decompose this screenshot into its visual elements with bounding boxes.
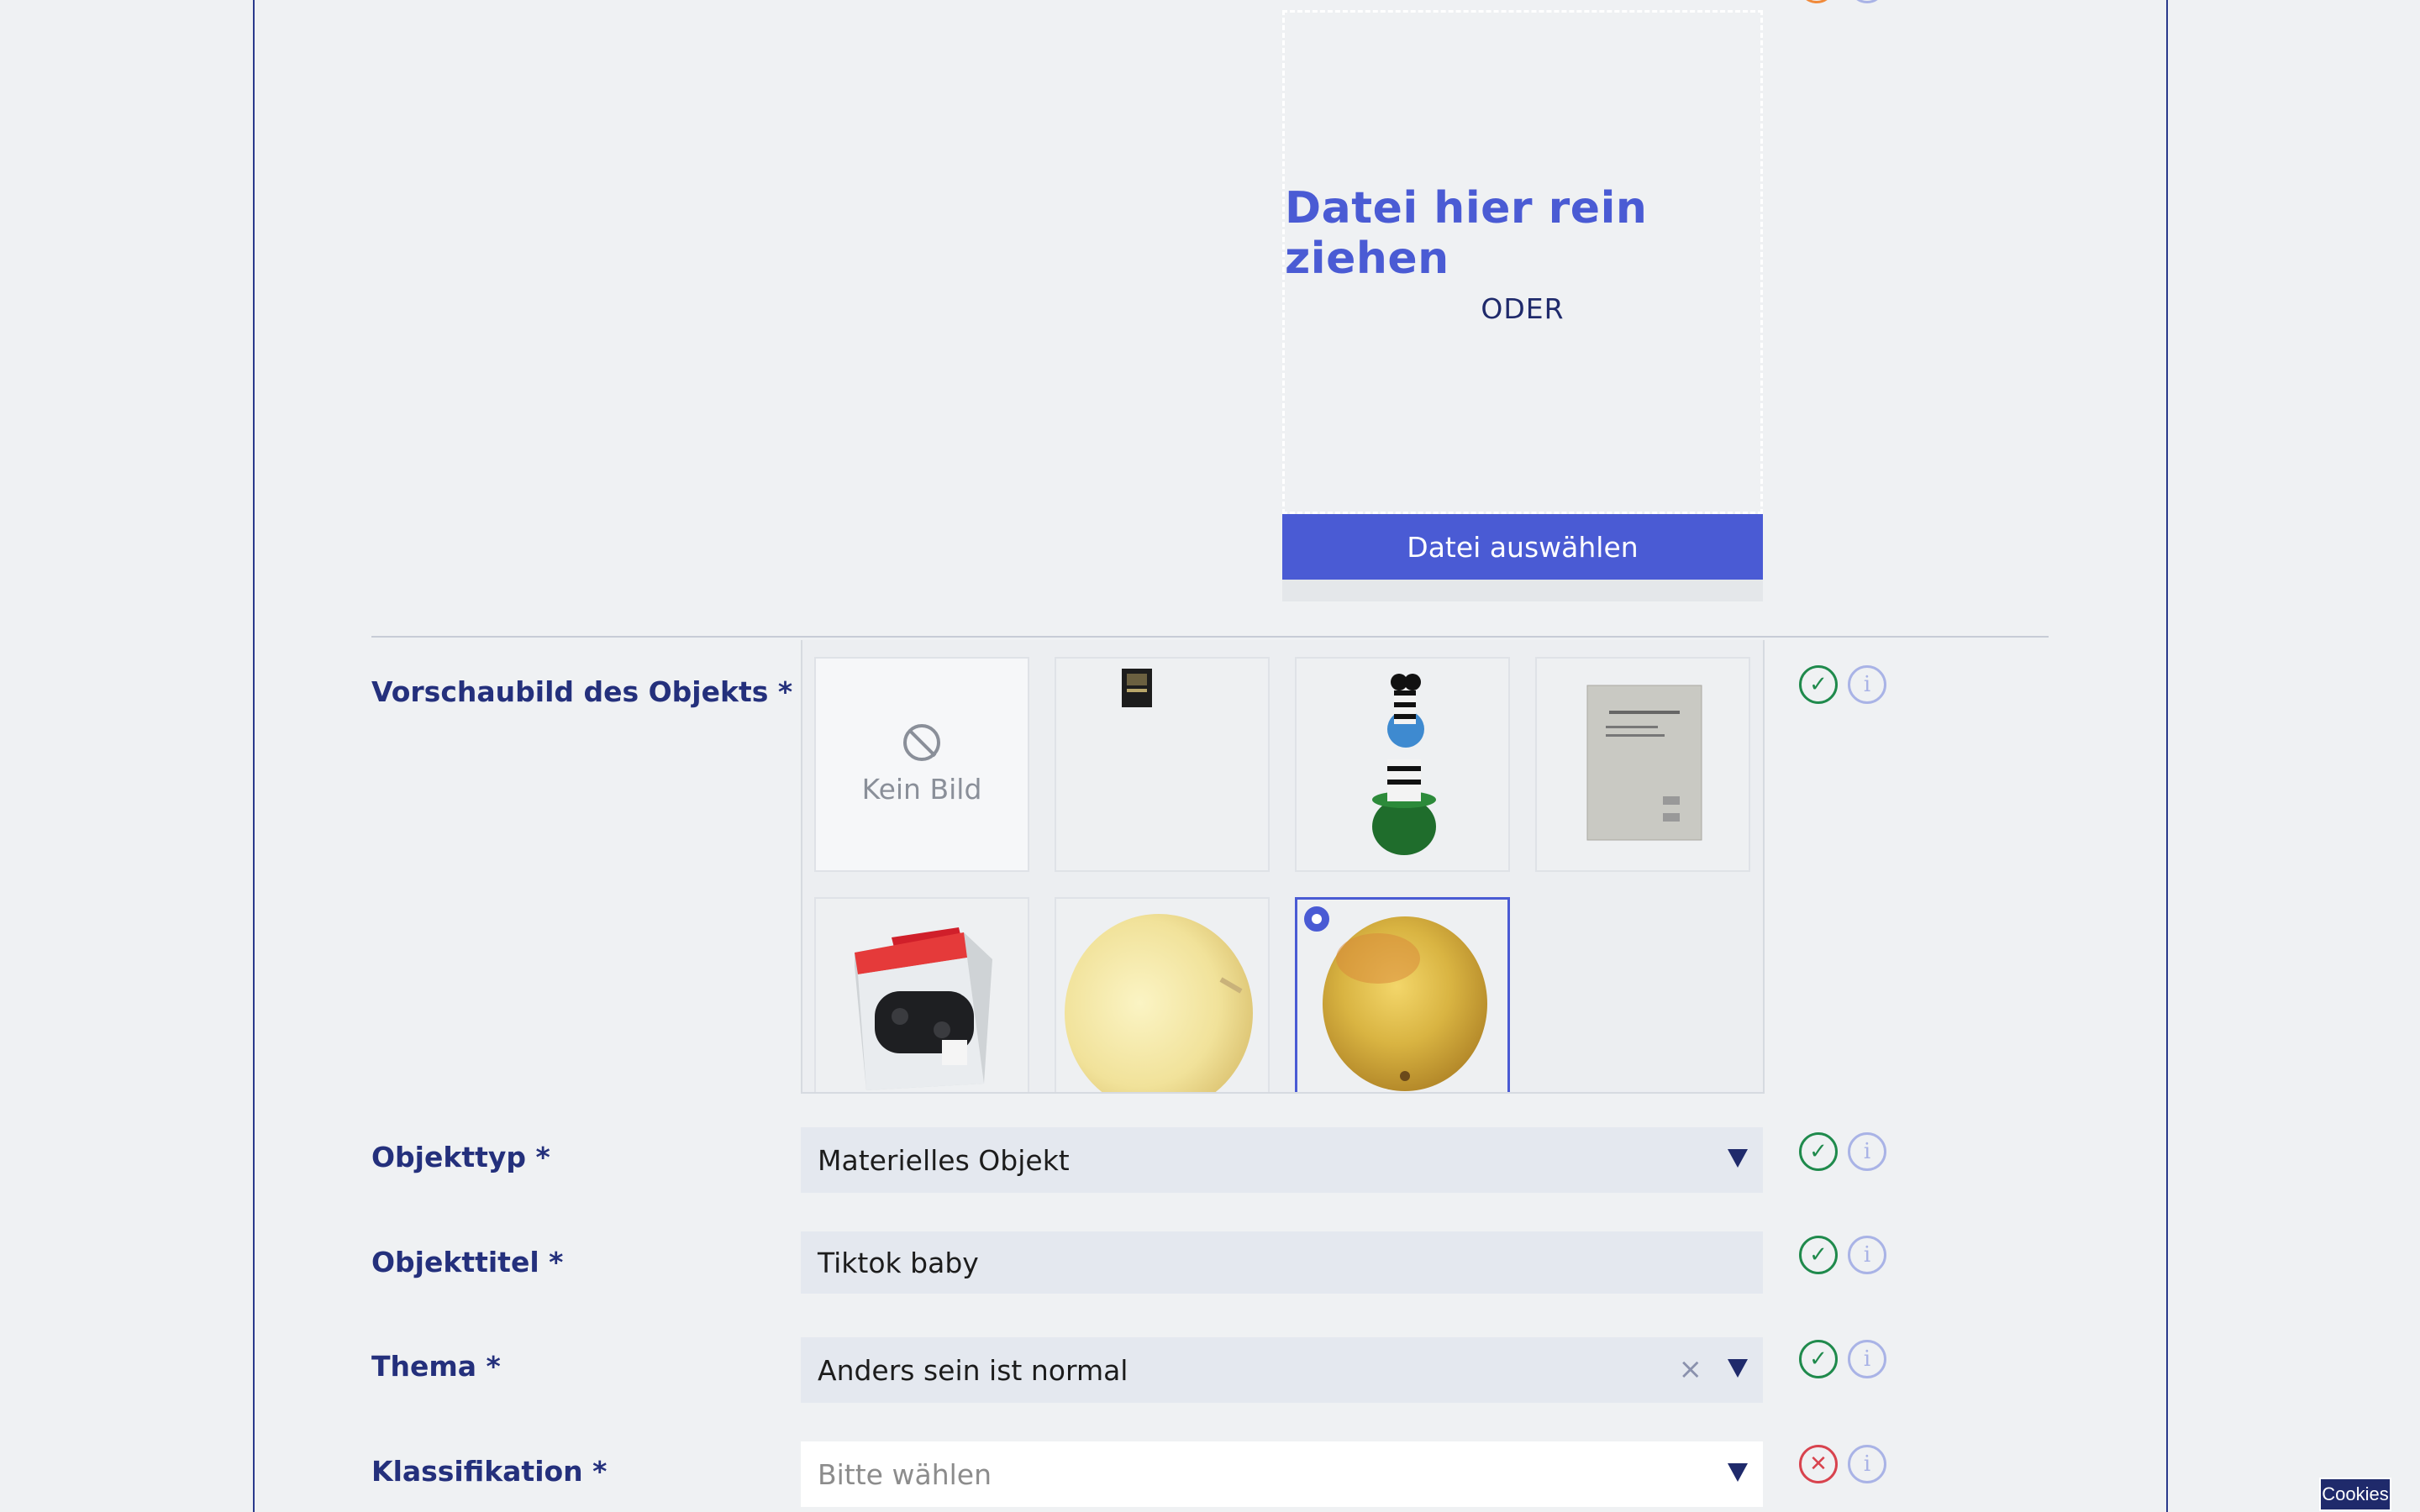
type-label: Objekttyp *: [371, 1141, 550, 1173]
preview-valid-check-icon: ✓: [1799, 665, 1838, 704]
title-label: Objekttitel *: [371, 1246, 564, 1278]
page-frame-right: [2166, 0, 2168, 1512]
classification-info-icon[interactable]: i: [1848, 1445, 1886, 1483]
choose-file-button[interactable]: Datei auswählen: [1282, 514, 1763, 580]
page-frame-left: [253, 0, 255, 1512]
title-input-value: Tiktok baby: [818, 1246, 979, 1279]
warning-status-icon: [1798, 0, 1835, 3]
small-book-image: [1122, 669, 1152, 707]
type-valid-check-icon: ✓: [1799, 1132, 1838, 1171]
caret-down-icon[interactable]: [1728, 1359, 1748, 1378]
thumb-controller-box[interactable]: [814, 897, 1029, 1092]
cookies-button[interactable]: Cookies: [2319, 1478, 2391, 1511]
pale-apple-image: [1065, 914, 1253, 1092]
title-input[interactable]: Tiktok baby: [801, 1231, 1763, 1294]
dropzone-or-text: ODER: [1481, 291, 1565, 325]
type-info-icon[interactable]: i: [1848, 1132, 1886, 1171]
theme-select[interactable]: Anders sein ist normal ×: [801, 1337, 1763, 1403]
thumb-pale-apple[interactable]: [1055, 897, 1270, 1092]
classification-placeholder: Bitte wählen: [818, 1457, 992, 1491]
theme-info-icon[interactable]: i: [1848, 1340, 1886, 1378]
thumb-gray-book[interactable]: [1535, 657, 1750, 872]
caret-down-icon[interactable]: [1728, 1149, 1748, 1168]
thumb-apple[interactable]: [1295, 897, 1510, 1092]
preview-thumbnail-grid: Kein Bild: [801, 640, 1765, 1094]
clear-icon[interactable]: ×: [1679, 1352, 1703, 1386]
info-icon[interactable]: [1849, 0, 1886, 3]
theme-select-value: Anders sein ist normal: [818, 1353, 1128, 1387]
no-image-icon: [903, 723, 940, 761]
classification-select[interactable]: Bitte wählen: [801, 1441, 1763, 1507]
choose-file-button-shadow: [1282, 580, 1763, 601]
caret-down-icon[interactable]: [1728, 1463, 1748, 1482]
title-info-icon[interactable]: i: [1848, 1236, 1886, 1274]
thumb-none[interactable]: Kein Bild: [814, 657, 1029, 872]
preview-info-icon[interactable]: i: [1848, 665, 1886, 704]
apple-image: [1323, 916, 1487, 1091]
thumb-zebra-figure[interactable]: [1295, 657, 1510, 872]
classification-label: Klassifikation *: [371, 1455, 608, 1488]
gray-book-image: [1586, 685, 1702, 841]
selected-radio-icon: [1304, 906, 1329, 932]
classification-invalid-x-icon: ✕: [1799, 1445, 1838, 1483]
type-select[interactable]: Materielles Objekt: [801, 1127, 1763, 1193]
dropzone-title: Datei hier rein ziehen: [1285, 182, 1648, 284]
preview-label: Vorschaubild des Objekts *: [371, 675, 793, 708]
upload-status-icons: [1798, 0, 1886, 3]
theme-valid-check-icon: ✓: [1799, 1340, 1838, 1378]
title-valid-check-icon: ✓: [1799, 1236, 1838, 1274]
zebra-figure-image: [1372, 674, 1436, 855]
section-divider: [371, 636, 2049, 638]
type-select-value: Materielles Objekt: [818, 1143, 1070, 1177]
thumb-small-book[interactable]: [1055, 657, 1270, 872]
no-image-label: Kein Bild: [861, 772, 982, 806]
theme-label: Thema *: [371, 1350, 501, 1383]
file-dropzone[interactable]: Datei hier rein ziehen ODER: [1282, 10, 1763, 514]
controller-box-image: [855, 927, 992, 1090]
